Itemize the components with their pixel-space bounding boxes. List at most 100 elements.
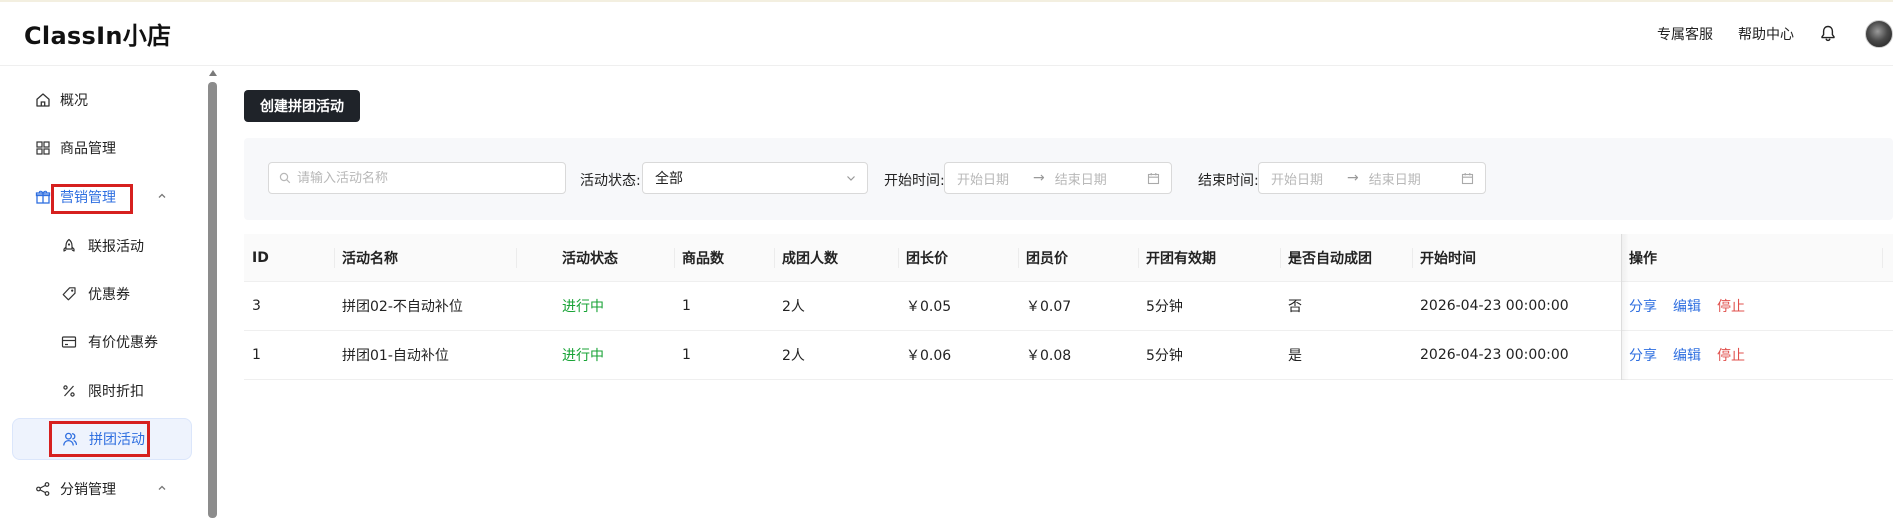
cell-id: 1 (252, 347, 261, 363)
stop-button[interactable]: 停止 (1717, 296, 1745, 316)
end-time-label: 结束时间: (1198, 173, 1259, 189)
cell-validity: 5分钟 (1146, 348, 1183, 364)
cell-status: 进行中 (562, 348, 604, 364)
customer-service-link[interactable]: 专属客服 (1657, 24, 1713, 44)
sidebar-item-label: 优惠券 (88, 287, 130, 303)
top-bar: ClassIn小店 专属客服 帮助中心 (0, 2, 1893, 66)
create-group-buy-button[interactable]: 创建拼团活动 (244, 90, 360, 122)
tag-icon (60, 285, 78, 303)
start-time-range-picker[interactable]: 开始日期 → 结束日期 (944, 162, 1172, 194)
sidebar-item-label: 商品管理 (60, 141, 116, 157)
cell-name: 拼团02-不自动补位 (342, 299, 463, 315)
sidebar-item-products[interactable]: 商品管理 (12, 127, 192, 169)
sidebar-item-label: 有价优惠券 (88, 335, 158, 351)
cell-name: 拼团01-自动补位 (342, 348, 449, 364)
column-header-group-size: 成团人数 (782, 250, 838, 267)
home-icon (34, 91, 52, 109)
column-header-member-price: 团员价 (1026, 250, 1068, 267)
start-time-to-placeholder: 结束日期 (1054, 172, 1107, 188)
column-header-leader-price: 团长价 (906, 250, 948, 267)
column-divider (774, 248, 775, 268)
cell-start-time: 2026-04-23 00:00:00 (1420, 347, 1569, 363)
share-button[interactable]: 分享 (1629, 296, 1657, 316)
sidebar-item-group-buy[interactable]: 拼团活动 (12, 418, 192, 460)
column-header-validity: 开团有效期 (1146, 250, 1216, 267)
cell-actions: 分享 编辑 停止 (1629, 282, 1761, 330)
end-time-from-placeholder: 开始日期 (1271, 172, 1324, 188)
cell-product-count: 1 (682, 347, 691, 363)
column-header-auto-complete: 是否自动成团 (1288, 250, 1372, 267)
search-box[interactable] (268, 162, 566, 194)
status-select[interactable]: 全部 (642, 162, 868, 194)
cell-auto-complete: 是 (1288, 348, 1302, 364)
sidebar: 概况 商品管理 营销管理 联报活动 优惠券 有价优惠券 限时折扣 拼团活动 分销… (0, 67, 206, 518)
cell-member-price: ￥0.07 (1026, 299, 1072, 315)
column-header-start-time: 开始时间 (1420, 250, 1476, 267)
percent-icon (60, 382, 78, 400)
calendar-icon (1147, 171, 1161, 185)
status-filter-label: 活动状态: (580, 173, 641, 189)
grid-icon (34, 139, 52, 157)
table-row: 3 拼团02-不自动补位 进行中 1 2人 ￥0.05 ￥0.07 5分钟 否 … (244, 282, 1893, 331)
cell-status: 进行中 (562, 299, 604, 315)
column-divider (1280, 248, 1281, 268)
cell-leader-price: ￥0.05 (906, 299, 952, 315)
sidebar-item-label: 联报活动 (88, 239, 144, 255)
edit-button[interactable]: 编辑 (1673, 345, 1701, 365)
share-button[interactable]: 分享 (1629, 345, 1657, 365)
column-header-status: 活动状态 (562, 250, 618, 267)
sidebar-item-joint-signup[interactable]: 联报活动 (12, 225, 192, 267)
start-time-label: 开始时间: (884, 173, 945, 189)
card-icon (60, 333, 78, 351)
cell-start-time: 2026-04-23 00:00:00 (1420, 298, 1569, 314)
help-center-link[interactable]: 帮助中心 (1738, 24, 1794, 44)
share-icon (34, 480, 52, 498)
stop-button[interactable]: 停止 (1717, 345, 1745, 365)
sidebar-item-label: 概况 (60, 93, 88, 109)
column-header-product-count: 商品数 (682, 250, 724, 267)
column-divider (1138, 248, 1139, 268)
sidebar-item-paid-coupons[interactable]: 有价优惠券 (12, 321, 192, 363)
table-header: ID 活动名称 活动状态 商品数 成团人数 团长价 团员价 开团有效期 是否自动… (244, 234, 1893, 282)
column-divider (516, 248, 517, 268)
column-divider (674, 248, 675, 268)
app-logo: ClassIn小店 (24, 22, 172, 50)
cell-actions: 分享 编辑 停止 (1629, 331, 1761, 379)
top-actions: 专属客服 帮助中心 (1657, 2, 1893, 65)
column-divider (334, 248, 335, 268)
sidebar-item-flash-discount[interactable]: 限时折扣 (12, 370, 192, 412)
sidebar-item-marketing[interactable]: 营销管理 (12, 176, 192, 218)
column-divider (1412, 248, 1413, 268)
sidebar-item-label: 营销管理 (60, 190, 116, 206)
end-time-range-picker[interactable]: 开始日期 → 结束日期 (1258, 162, 1486, 194)
cell-leader-price: ￥0.06 (906, 348, 952, 364)
sidebar-scrollbar-thumb[interactable] (208, 82, 217, 518)
cell-product-count: 1 (682, 298, 691, 314)
gift-icon (34, 188, 52, 206)
column-divider (1882, 248, 1883, 268)
avatar[interactable] (1865, 19, 1893, 48)
sidebar-item-coupons[interactable]: 优惠券 (12, 273, 192, 315)
main-content: 创建拼团活动 活动状态: 全部 开始时间: 开始日期 → 结束日期 结束时间: (228, 67, 1893, 518)
chevron-up-icon (156, 482, 168, 494)
column-header-name: 活动名称 (342, 250, 398, 267)
column-header-actions: 操作 (1629, 250, 1657, 267)
chevron-up-icon (156, 190, 168, 202)
scroll-up-arrow-icon[interactable] (209, 70, 217, 76)
sidebar-item-distribution[interactable]: 分销管理 (12, 468, 192, 510)
rocket-icon (60, 237, 78, 255)
column-divider (898, 248, 899, 268)
cell-validity: 5分钟 (1146, 299, 1183, 315)
end-time-to-placeholder: 结束日期 (1368, 172, 1421, 188)
start-time-from-placeholder: 开始日期 (957, 172, 1010, 188)
cell-member-price: ￥0.08 (1026, 348, 1072, 364)
edit-button[interactable]: 编辑 (1673, 296, 1701, 316)
bell-icon[interactable] (1819, 25, 1837, 43)
cell-group-size: 2人 (782, 299, 805, 315)
sidebar-item-overview[interactable]: 概况 (12, 79, 192, 121)
sidebar-item-label: 限时折扣 (88, 384, 144, 400)
table-row: 1 拼团01-自动补位 进行中 1 2人 ￥0.06 ￥0.08 5分钟 是 2… (244, 331, 1893, 380)
sidebar-item-label: 分销管理 (60, 482, 116, 498)
range-arrow: → (1033, 170, 1045, 186)
search-input[interactable] (297, 170, 557, 186)
